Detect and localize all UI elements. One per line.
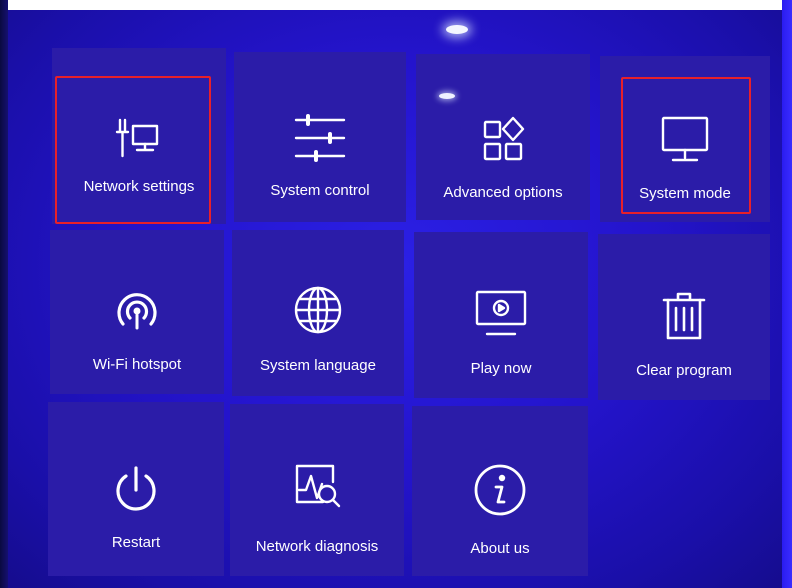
apps-grid-icon bbox=[475, 112, 531, 168]
hotspot-icon bbox=[109, 284, 165, 340]
tile-restart[interactable]: Restart bbox=[48, 402, 224, 576]
tile-system-mode[interactable]: System mode bbox=[600, 56, 770, 222]
tile-label: System mode bbox=[639, 185, 731, 202]
diagnosis-icon bbox=[289, 460, 345, 516]
tile-label: System control bbox=[270, 182, 370, 199]
tile-about-us[interactable]: About us bbox=[412, 406, 588, 576]
photo-frame-top bbox=[0, 0, 792, 10]
photo-frame-right bbox=[782, 0, 792, 588]
tile-label: Clear program bbox=[636, 362, 732, 379]
tile-label: Wi-Fi hotspot bbox=[92, 356, 182, 373]
tile-network-settings[interactable]: Network settings bbox=[52, 48, 226, 224]
tile-label: Restart bbox=[111, 534, 161, 551]
tile-label: Network settings bbox=[83, 178, 195, 195]
tile-wifi-hotspot[interactable]: Wi-Fi hotspot bbox=[50, 230, 224, 394]
monitor-icon bbox=[657, 112, 713, 168]
tile-label: Advanced options bbox=[443, 184, 563, 201]
tile-label: System language bbox=[260, 357, 376, 374]
tile-label: About us bbox=[470, 540, 530, 557]
power-icon bbox=[108, 462, 164, 518]
network-settings-icon bbox=[111, 110, 167, 166]
tile-label: Play now bbox=[470, 360, 532, 377]
tile-system-language[interactable]: System language bbox=[232, 230, 404, 396]
play-screen-icon bbox=[473, 286, 529, 342]
info-icon bbox=[472, 462, 528, 518]
tile-label: Network diagnosis bbox=[255, 538, 379, 555]
globe-icon bbox=[290, 282, 346, 338]
tile-play-now[interactable]: Play now bbox=[414, 232, 588, 398]
photo-frame-left bbox=[0, 0, 8, 588]
screen-glare bbox=[439, 93, 455, 99]
tile-network-diagnosis[interactable]: Network diagnosis bbox=[230, 404, 404, 576]
sliders-icon bbox=[292, 110, 348, 166]
tile-clear-program[interactable]: Clear program bbox=[598, 234, 770, 400]
tile-advanced-options[interactable]: Advanced options bbox=[416, 54, 590, 220]
screen-glare bbox=[446, 25, 468, 34]
tile-system-control[interactable]: System control bbox=[234, 52, 406, 222]
trash-icon bbox=[656, 288, 712, 344]
